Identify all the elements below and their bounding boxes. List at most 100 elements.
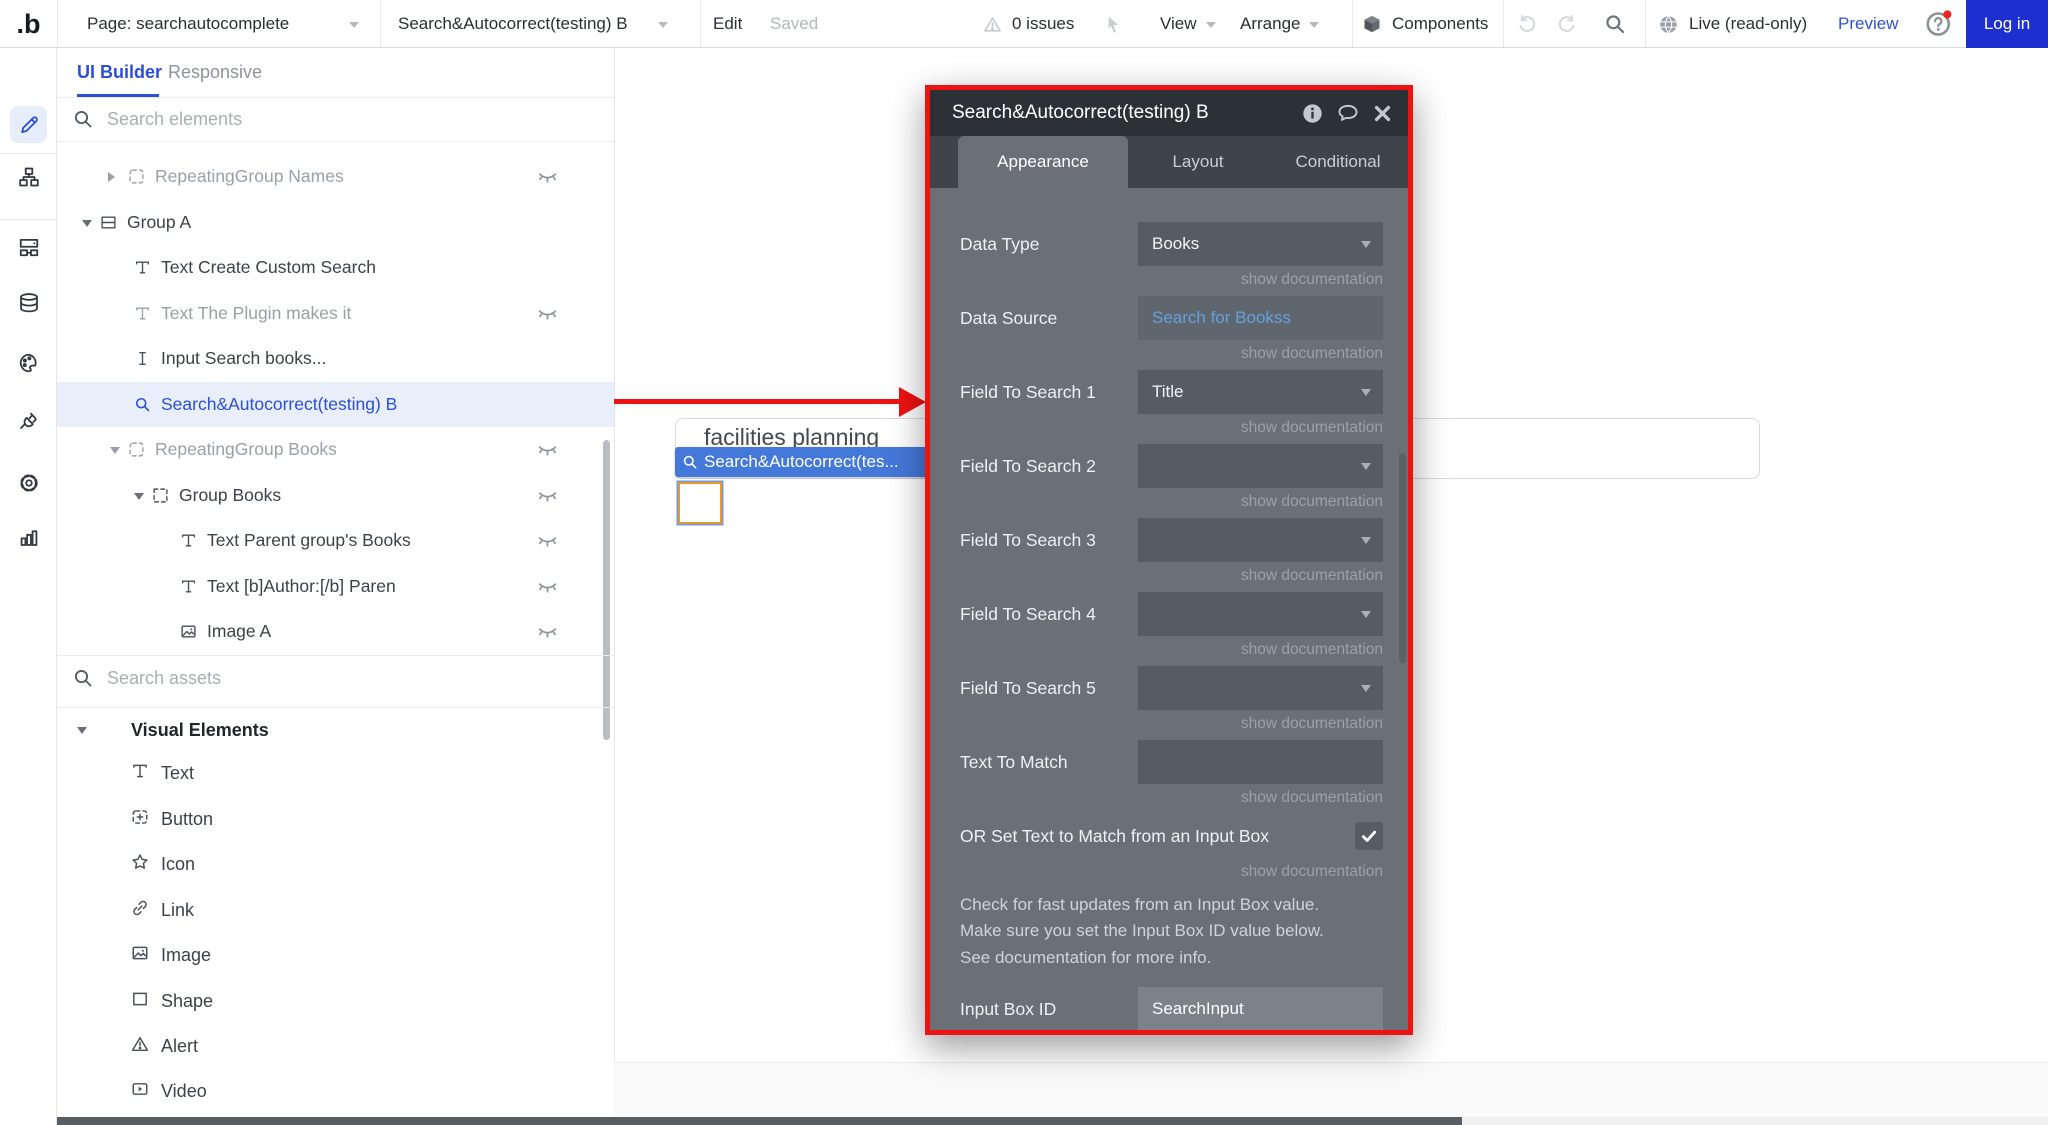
palette-item-icon[interactable]: Icon <box>57 842 614 887</box>
tree-row-text-parent-groups-books[interactable]: Text Parent group's Books <box>57 518 614 563</box>
bubble-logo[interactable]: .b <box>0 0 57 48</box>
workflow-tab[interactable] <box>10 158 47 195</box>
field-to-search-1-dropdown[interactable]: Title <box>1138 370 1383 414</box>
tab-ui-builder[interactable]: UI Builder <box>77 48 162 97</box>
design-tab[interactable] <box>10 106 47 143</box>
palette-item-video[interactable]: Video <box>57 1069 614 1114</box>
data-source-expression[interactable]: Search for Bookss <box>1138 296 1383 340</box>
popup-scrollbar[interactable] <box>1399 453 1406 663</box>
logs-tab[interactable] <box>10 518 47 555</box>
horizontal-scrollbar-track[interactable] <box>57 1117 2048 1125</box>
expand-down-icon[interactable] <box>134 492 144 505</box>
field-to-search-5-dropdown[interactable] <box>1138 666 1383 710</box>
data-type-dropdown[interactable]: Books <box>1138 222 1383 266</box>
tab-conditional[interactable]: Conditional <box>1268 136 1408 188</box>
input-box-id-field[interactable] <box>1138 987 1383 1030</box>
settings-tab[interactable] <box>10 464 47 501</box>
show-documentation-link[interactable]: show documentation <box>1241 271 1383 289</box>
show-documentation-link[interactable]: show documentation <box>1241 419 1383 437</box>
show-documentation-link[interactable]: show documentation <box>1241 641 1383 659</box>
tree-row-text-author-paren[interactable]: Text [b]Author:[/b] Paren <box>57 564 614 609</box>
page-selector[interactable]: Page: searchautocomplete <box>87 0 360 48</box>
field-to-search-3-dropdown[interactable] <box>1138 518 1383 562</box>
show-documentation-link[interactable]: show documentation <box>1241 715 1383 733</box>
tree-row-text-create-custom-search[interactable]: Text Create Custom Search <box>57 245 614 290</box>
expand-down-icon[interactable] <box>82 219 92 232</box>
edit-label: Edit <box>713 14 743 33</box>
tree-row-repeatinggroup-names[interactable]: RepeatingGroup Names <box>57 154 614 199</box>
input-box-help-text: Check for fast updates from an Input Box… <box>960 895 1324 967</box>
cursor-tool[interactable] <box>1103 0 1124 48</box>
element-selector[interactable]: Search&Autocorrect(testing) B <box>398 0 668 48</box>
alert-icon <box>131 1035 149 1058</box>
search-elements-input[interactable]: Search elements <box>107 109 242 130</box>
plugins-tab[interactable] <box>10 401 47 438</box>
palette-item-shape[interactable]: Shape <box>57 979 614 1024</box>
expand-down-icon[interactable] <box>110 446 120 459</box>
red-annotation-arrow <box>610 399 906 404</box>
arrange-menu[interactable]: Arrange <box>1240 0 1320 48</box>
close-icon[interactable] <box>1373 104 1392 123</box>
tab-layout[interactable]: Layout <box>1128 136 1268 188</box>
palette-item-link[interactable]: Link <box>57 888 614 933</box>
topbar-divider <box>1503 0 1504 47</box>
palette-item-text[interactable]: Text <box>57 751 614 796</box>
preview-button[interactable]: Preview <box>1838 0 1898 48</box>
redo-button[interactable] <box>1556 0 1578 48</box>
hidden-eye-icon <box>537 439 558 465</box>
data-tab[interactable] <box>10 284 47 321</box>
view-menu[interactable]: View <box>1160 0 1216 48</box>
tree-row-repeatinggroup-books[interactable]: RepeatingGroup Books <box>57 427 614 472</box>
tree-row-group-books[interactable]: Group Books <box>57 473 614 518</box>
group-rows-icon <box>100 214 117 231</box>
tree-row-text-the-plugin[interactable]: Text The Plugin makes it <box>57 291 614 336</box>
field-to-search-4-dropdown[interactable] <box>1138 592 1383 636</box>
components-menu[interactable]: Components <box>1362 0 1488 48</box>
text-icon <box>180 532 197 549</box>
palette-item-button[interactable]: Button <box>57 797 614 842</box>
search-button[interactable] <box>1604 0 1626 48</box>
search-elements[interactable]: Search elements <box>57 97 614 141</box>
info-icon[interactable] <box>1302 103 1323 124</box>
search-assets[interactable]: Search assets <box>57 656 614 700</box>
tree-row-search-autocorrect-selected[interactable]: Search&Autocorrect(testing) B <box>57 382 614 427</box>
comment-icon[interactable] <box>1337 102 1359 124</box>
palette-item-image[interactable]: Image <box>57 933 614 978</box>
expand-down-icon <box>77 727 87 739</box>
page-selector-label: Page: searchautocomplete <box>87 14 290 33</box>
text-to-match-input[interactable] <box>1138 740 1383 784</box>
expand-right-icon[interactable] <box>108 171 120 182</box>
repeating-group-icon <box>128 168 145 185</box>
show-documentation-link[interactable]: show documentation <box>1241 789 1383 807</box>
live-label: Live (read-only) <box>1689 14 1808 33</box>
help-button[interactable] <box>1924 0 1954 48</box>
field-input-box-id: Input Box ID <box>960 987 1383 1030</box>
horizontal-scrollbar-thumb[interactable] <box>57 1117 1462 1125</box>
wireframe-tab[interactable] <box>10 228 47 265</box>
palette-item-alert[interactable]: Alert <box>57 1024 614 1069</box>
show-documentation-link[interactable]: show documentation <box>1241 345 1383 363</box>
login-button[interactable]: Log in <box>1966 0 2048 48</box>
show-documentation-link[interactable]: show documentation <box>1241 567 1383 585</box>
canvas-selected-element-badge[interactable]: Search&Autocorrect(tes... <box>675 447 927 477</box>
tab-appearance[interactable]: Appearance <box>958 136 1128 188</box>
input-box-checkbox[interactable] <box>1355 822 1383 850</box>
environment-selector[interactable]: Live (read-only) <box>1658 0 1807 48</box>
tree-row-group-a[interactable]: Group A <box>57 200 614 245</box>
issues-indicator[interactable]: 0 issues <box>983 0 1074 48</box>
chevron-down-icon <box>1205 21 1216 33</box>
undo-button[interactable] <box>1516 0 1538 48</box>
tree-row-image-a[interactable]: Image A <box>57 609 614 654</box>
field-to-search-2-dropdown[interactable] <box>1138 444 1383 488</box>
tree-row-input-search-books[interactable]: Input Search books... <box>57 336 614 381</box>
styles-tab[interactable] <box>10 344 47 381</box>
property-editor-titlebar[interactable]: Search&Autocorrect(testing) B <box>930 90 1408 136</box>
show-documentation-link[interactable]: show documentation <box>1241 493 1383 511</box>
components-label: Components <box>1392 14 1489 33</box>
visual-elements-header[interactable]: Visual Elements <box>57 708 614 752</box>
edit-menu[interactable]: Edit <box>713 0 742 48</box>
show-documentation-link[interactable]: show documentation <box>1241 863 1383 881</box>
canvas-selected-shape[interactable] <box>678 482 722 524</box>
search-assets-input[interactable]: Search assets <box>107 668 221 689</box>
tab-responsive[interactable]: Responsive <box>168 48 262 97</box>
